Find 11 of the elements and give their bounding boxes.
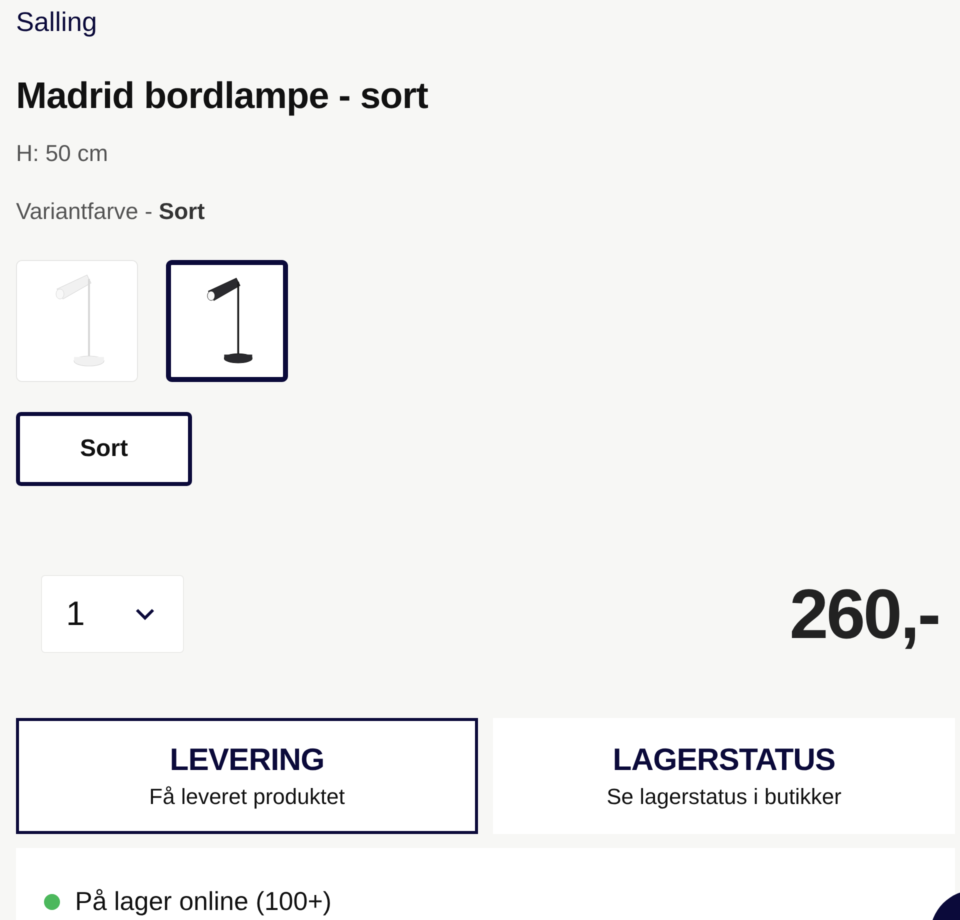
product-title: Madrid bordlampe - sort [16,74,428,118]
price: 260,- [789,574,939,654]
product-height: H: 50 cm [16,139,108,168]
color-option[interactable]: Sort [16,412,192,486]
tab[interactable]: LEVERING Få leveret produktet [16,718,478,834]
brand-name[interactable]: Salling [16,6,98,38]
tab[interactable]: LAGERSTATUS Se lagerstatus i butikker [493,718,955,834]
variant-color-label: Variantfarve - Sort [16,197,205,226]
chevron-down-icon [135,608,155,620]
quantity-select[interactable]: 1 [41,575,184,653]
stock-status: På lager online (100+) [75,886,332,917]
